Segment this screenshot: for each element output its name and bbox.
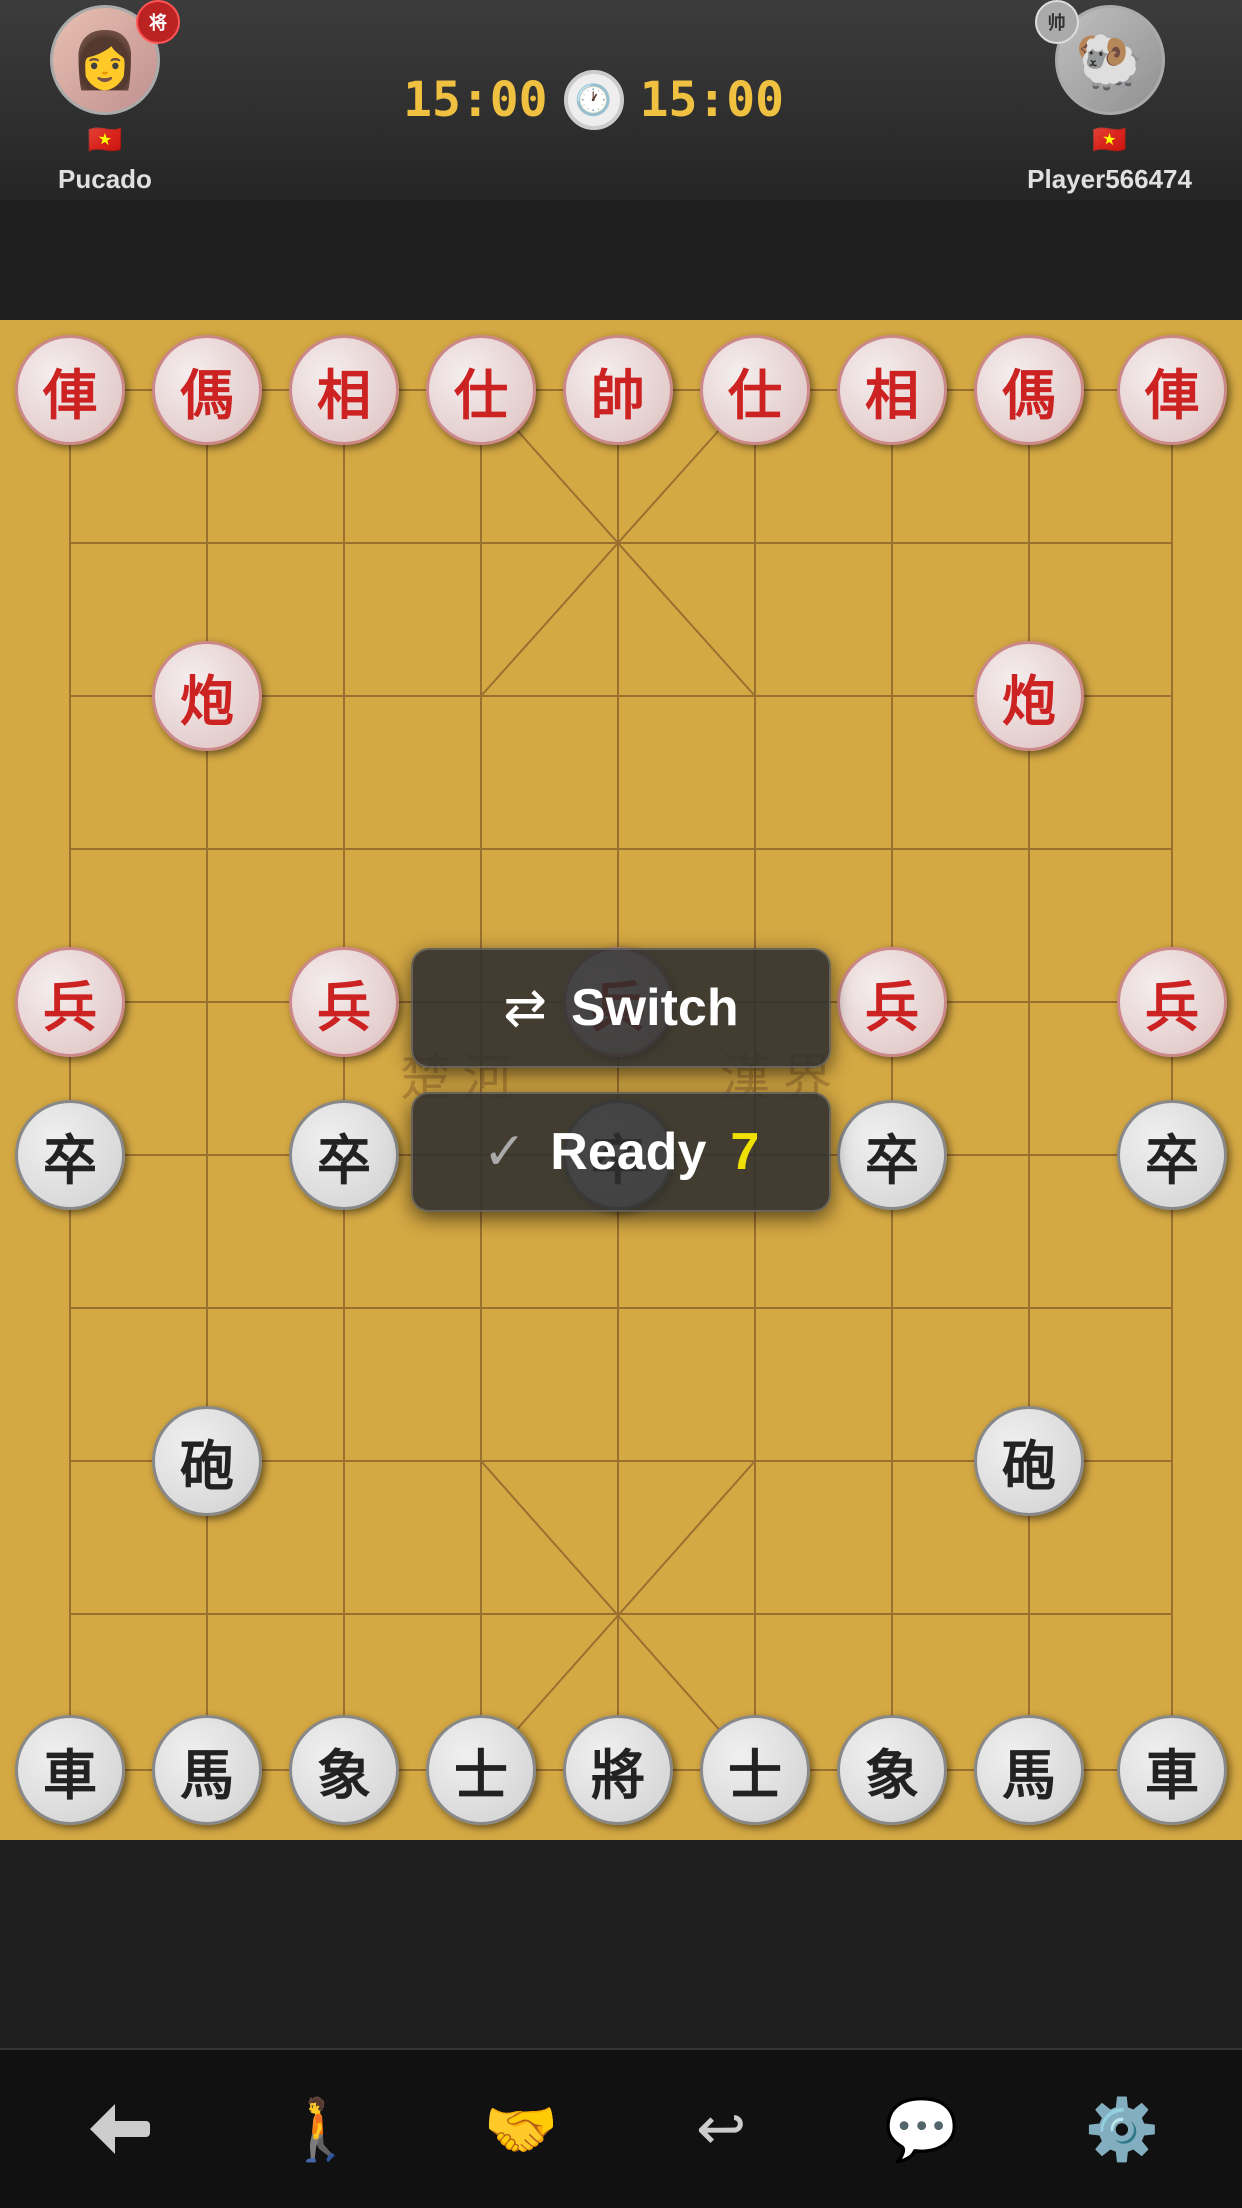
piece-red-2-4[interactable]: 兵: [289, 947, 399, 1057]
flag-right: 🇻🇳: [1092, 123, 1127, 156]
walk-button[interactable]: 🚶: [250, 2074, 390, 2184]
piece-red-0-0[interactable]: 俥: [15, 335, 125, 445]
player-left: 👩 将 🇻🇳 Pucado: [50, 5, 160, 195]
timer-center: 15:00 🕐 15:00: [403, 70, 784, 130]
ready-icon: ✓: [483, 1122, 527, 1182]
clock-icon: 🕐: [564, 70, 624, 130]
overlay-panel: ⇄ Switch ✓ Ready 7: [411, 948, 831, 1212]
piece-red-6-0[interactable]: 相: [837, 335, 947, 445]
ready-button[interactable]: ✓ Ready 7: [411, 1092, 831, 1212]
piece-black-8-9[interactable]: 車: [1117, 1715, 1227, 1825]
game-board: .grid-line { stroke: #9a7030; stroke-wid…: [0, 320, 1242, 1840]
piece-red-7-2[interactable]: 炮: [974, 641, 1084, 751]
piece-black-0-5[interactable]: 卒: [15, 1100, 125, 1210]
settings-button[interactable]: ⚙️: [1052, 2074, 1192, 2184]
piece-red-7-0[interactable]: 傌: [974, 335, 1084, 445]
undo-button[interactable]: ↩: [651, 2074, 791, 2184]
piece-red-0-4[interactable]: 兵: [15, 947, 125, 1057]
handshake-icon: 🤝: [483, 2094, 558, 2165]
player-left-name: Pucado: [58, 164, 152, 195]
piece-red-5-0[interactable]: 仕: [700, 335, 810, 445]
timer-right: 15:00: [640, 72, 785, 128]
ready-label: Ready: [550, 1122, 706, 1182]
bottom-bar: 🚶 🤝 ↩ 💬 ⚙️: [0, 2048, 1242, 2208]
handshake-button[interactable]: 🤝: [451, 2074, 591, 2184]
player-right-name: Player566474: [1027, 164, 1192, 195]
piece-black-1-7[interactable]: 砲: [152, 1406, 262, 1516]
header: 👩 将 🇻🇳 Pucado 15:00 🕐 15:00 帅 🐏 🇻🇳 Playe…: [0, 0, 1242, 200]
badge-left: 将: [136, 0, 180, 44]
piece-black-3-9[interactable]: 士: [426, 1715, 536, 1825]
chat-button[interactable]: 💬: [851, 2074, 991, 2184]
piece-black-0-9[interactable]: 車: [15, 1715, 125, 1825]
piece-black-6-9[interactable]: 象: [837, 1715, 947, 1825]
switch-label: Switch: [571, 978, 739, 1038]
piece-black-5-9[interactable]: 士: [700, 1715, 810, 1825]
badge-right: 帅: [1035, 0, 1079, 44]
piece-black-1-9[interactable]: 馬: [152, 1715, 262, 1825]
piece-black-4-9[interactable]: 將: [563, 1715, 673, 1825]
undo-icon: ↩: [696, 2094, 746, 2164]
piece-red-3-0[interactable]: 仕: [426, 335, 536, 445]
piece-red-2-0[interactable]: 相: [289, 335, 399, 445]
back-button[interactable]: [50, 2074, 190, 2184]
piece-black-6-5[interactable]: 卒: [837, 1100, 947, 1210]
piece-red-8-4[interactable]: 兵: [1117, 947, 1227, 1057]
piece-black-7-9[interactable]: 馬: [974, 1715, 1084, 1825]
flag-left: 🇻🇳: [88, 123, 123, 156]
piece-red-6-4[interactable]: 兵: [837, 947, 947, 1057]
piece-black-2-9[interactable]: 象: [289, 1715, 399, 1825]
chat-icon: 💬: [884, 2094, 959, 2165]
ready-count: 7: [730, 1122, 759, 1182]
piece-black-2-5[interactable]: 卒: [289, 1100, 399, 1210]
switch-icon: ⇄: [503, 978, 547, 1038]
piece-red-8-0[interactable]: 俥: [1117, 335, 1227, 445]
piece-black-8-5[interactable]: 卒: [1117, 1100, 1227, 1210]
settings-icon: ⚙️: [1084, 2094, 1159, 2165]
back-icon: [85, 2099, 155, 2159]
piece-red-4-0[interactable]: 帥: [563, 335, 673, 445]
switch-button[interactable]: ⇄ Switch: [411, 948, 831, 1068]
piece-black-7-7[interactable]: 砲: [974, 1406, 1084, 1516]
timer-left: 15:00: [403, 72, 548, 128]
piece-red-1-0[interactable]: 傌: [152, 335, 262, 445]
piece-red-1-2[interactable]: 炮: [152, 641, 262, 751]
player-right: 帅 🐏 🇻🇳 Player566474: [1027, 5, 1192, 195]
walk-icon: 🚶: [283, 2094, 358, 2165]
